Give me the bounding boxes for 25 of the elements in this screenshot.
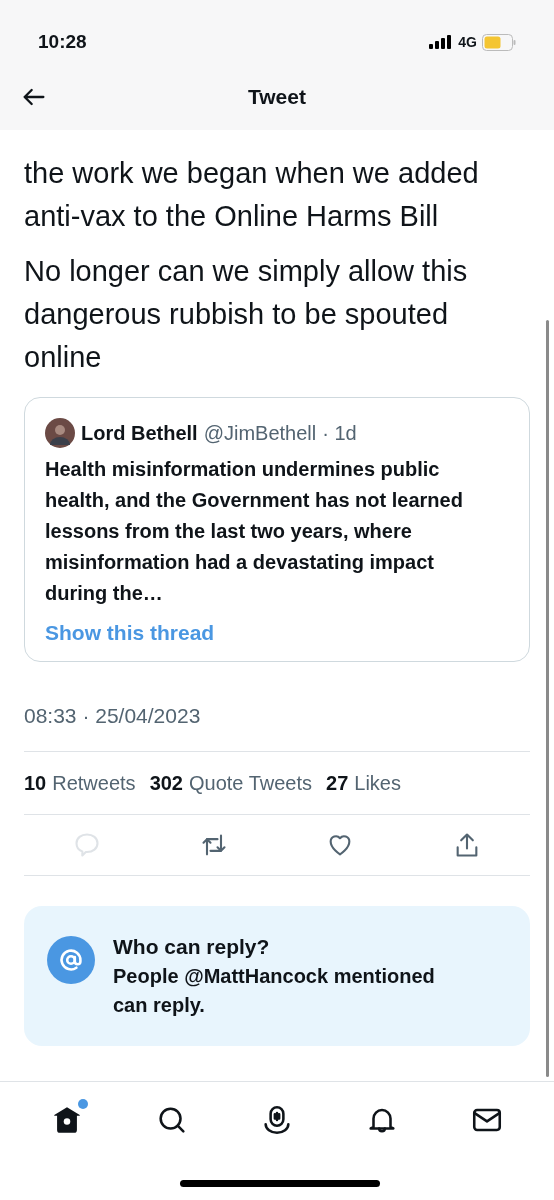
tweet-text: the work we began when we added anti-vax to the Online Harms Bill xyxy=(24,156,480,234)
speech-bubble-icon xyxy=(73,831,102,859)
quoted-tweet-card[interactable] xyxy=(24,397,530,662)
stat-count: 302 xyxy=(149,771,183,796)
signal-icon xyxy=(429,35,454,49)
stat-label[interactable]: Retweets xyxy=(52,768,136,798)
at-sign-icon xyxy=(47,936,95,984)
timestamp: 08:33 · 25/04/2023 xyxy=(24,702,202,729)
battery-icon xyxy=(482,33,516,51)
notice-title: Who can reply? xyxy=(113,934,271,960)
quoted-tweet-text: Health misinformation undermines public health, and the Government has not learned lessons from the last two years, where misinformation had a devastating impact during the… xyxy=(45,457,464,606)
stat-count: 10 xyxy=(24,771,47,796)
header-title: Tweet xyxy=(248,84,306,111)
network-label: 4G xyxy=(458,32,477,52)
tweet-text: No longer can we simply allow this dangerous rubbish to be spouted online xyxy=(24,254,469,375)
stat-label[interactable]: Likes xyxy=(354,768,401,798)
avatar-icon xyxy=(45,418,75,448)
stat-count: 27 xyxy=(326,771,349,796)
notice-text: People @MattHancock mentioned can reply. xyxy=(113,964,436,1018)
stat-label[interactable]: Quote Tweets xyxy=(189,768,313,798)
post-age: · 1d xyxy=(322,421,357,446)
show-thread-link[interactable]: Show this thread xyxy=(45,617,509,649)
clock-time: 10:28 xyxy=(38,29,87,54)
author-name: Lord Bethell xyxy=(81,421,198,446)
author-handle: @JimBethell xyxy=(203,421,317,446)
